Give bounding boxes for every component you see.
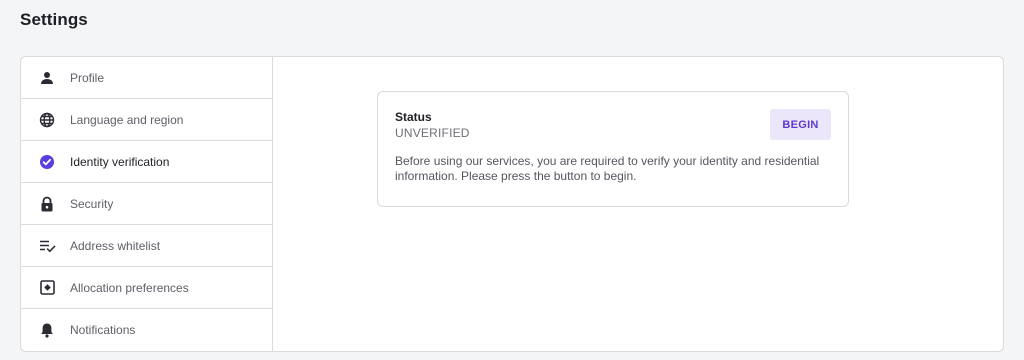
sidebar-item-label: Address whitelist	[70, 238, 161, 253]
page-title: Settings	[20, 10, 88, 29]
sidebar-item-security[interactable]: Security	[21, 183, 272, 225]
sidebar-item-label: Notifications	[70, 323, 136, 337]
sidebar-item-language-and-region[interactable]: Language and region	[21, 99, 272, 141]
verification-card: Status UNVERIFIED BEGIN Before using our…	[377, 91, 849, 207]
status-label: Status	[395, 110, 432, 124]
sidebar-item-label: Security	[70, 196, 114, 211]
verification-description: Before using our services, you are requi…	[395, 154, 820, 183]
sidebar-item-profile[interactable]: Profile	[21, 57, 272, 99]
begin-button[interactable]: BEGIN	[770, 109, 831, 140]
sidebar-item-notifications[interactable]: Notifications	[21, 309, 272, 351]
sidebar-item-identity-verification[interactable]: Identity verification	[21, 141, 272, 183]
status-value: UNVERIFIED	[395, 126, 470, 140]
sidebar-item-allocation-preferences[interactable]: Allocation preferences	[21, 267, 272, 309]
sidebar-item-label: Identity verification	[70, 154, 170, 169]
settings-panel: Profile Language and region Identity ver…	[20, 56, 1004, 352]
sidebar-item-label: Allocation preferences	[70, 280, 189, 295]
sidebar-item-label: Language and region	[70, 112, 184, 127]
check-badge-icon	[38, 153, 56, 171]
allocation-icon	[38, 279, 56, 297]
list-check-icon	[38, 237, 56, 255]
person-icon	[38, 69, 56, 87]
sidebar-item-label: Profile	[70, 70, 105, 85]
globe-icon	[38, 111, 56, 129]
settings-content: Status UNVERIFIED BEGIN Before using our…	[273, 57, 1003, 351]
sidebar-item-address-whitelist[interactable]: Address whitelist	[21, 225, 272, 267]
settings-sidebar: Profile Language and region Identity ver…	[21, 57, 273, 351]
lock-icon	[38, 195, 56, 213]
bell-icon	[38, 321, 56, 339]
